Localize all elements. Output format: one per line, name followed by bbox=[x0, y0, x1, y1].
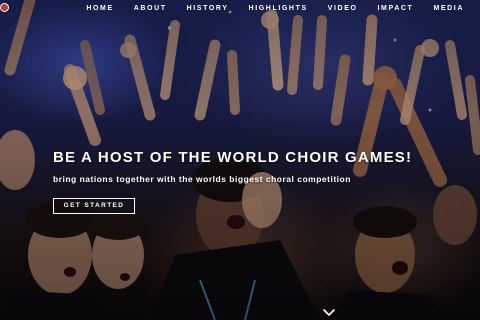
nav-item-impact[interactable]: IMPACT bbox=[368, 4, 424, 14]
main-navigation: HOME ABOUT HISTORY HIGHLIGHTS VIDEO IMPA… bbox=[76, 4, 474, 14]
get-started-button[interactable]: GET STARTED bbox=[53, 198, 135, 214]
hero-headline: BE A HOST OF THE WORLD CHOIR GAMES! bbox=[53, 149, 413, 166]
nav-item-history[interactable]: HISTORY bbox=[177, 4, 239, 14]
hero-section: HOME ABOUT HISTORY HIGHLIGHTS VIDEO IMPA… bbox=[0, 0, 480, 320]
hero-tagline: bring nations together with the worlds b… bbox=[53, 174, 351, 184]
nav-item-home[interactable]: HOME bbox=[76, 4, 123, 14]
nav-item-about[interactable]: ABOUT bbox=[124, 4, 177, 14]
nav-item-highlights[interactable]: HIGHLIGHTS bbox=[239, 4, 318, 14]
chevron-down-icon[interactable] bbox=[322, 308, 336, 318]
nav-item-video[interactable]: VIDEO bbox=[318, 4, 368, 14]
logo-badge-icon[interactable] bbox=[0, 3, 9, 12]
nav-item-media[interactable]: MEDIA bbox=[423, 4, 474, 14]
